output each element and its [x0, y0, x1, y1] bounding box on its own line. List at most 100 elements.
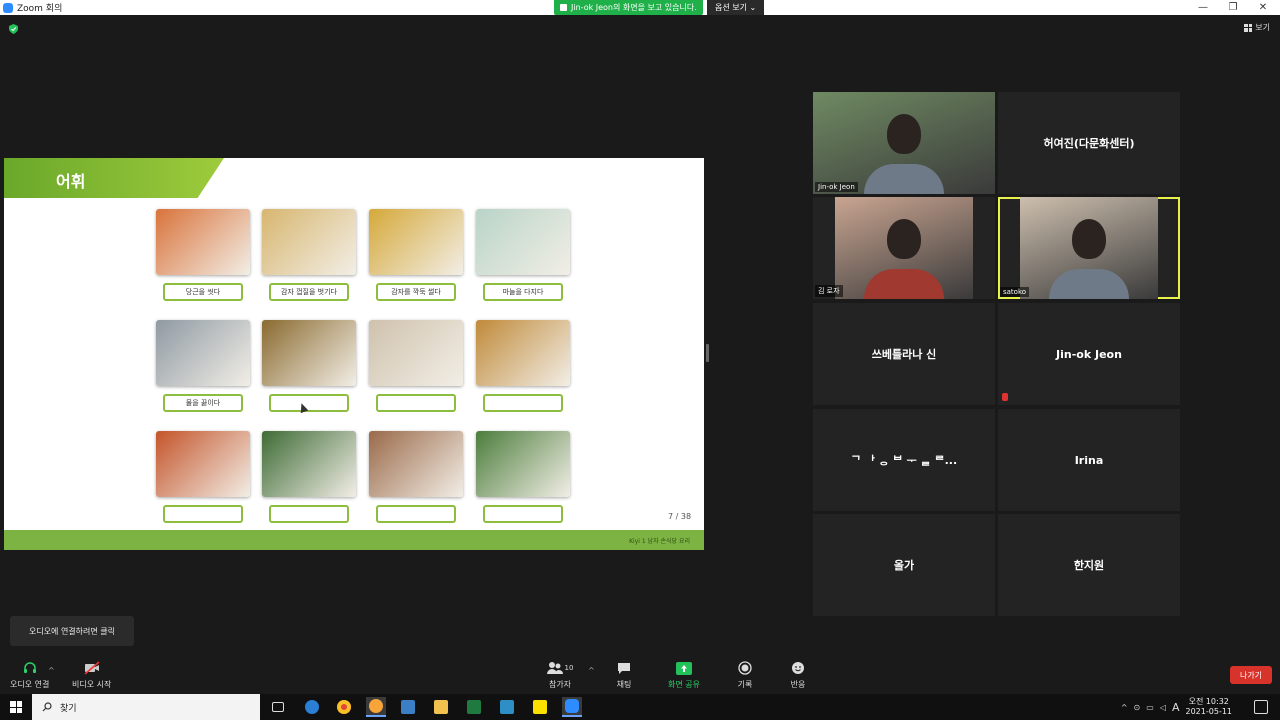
reactions-label: 반응	[790, 680, 806, 689]
vocab-photo	[156, 431, 250, 497]
vocab-photo	[369, 209, 463, 275]
audio-options-chevron-icon[interactable]: ^	[48, 666, 55, 675]
notepad-icon[interactable]	[398, 697, 418, 717]
meeting-toolbar: 오디오 연결 ^ 비디오 시작 10 참가자 ^ 채팅 화면 공유 기록 반응	[0, 656, 1280, 694]
share-screen-button[interactable]: 화면 공유	[668, 660, 700, 690]
zoom-taskbar-icon[interactable]	[562, 697, 582, 717]
window-title: Zoom 회의	[17, 4, 63, 14]
minimize-icon[interactable]: —	[1188, 0, 1218, 15]
leave-meeting-button[interactable]: 나가기	[1230, 666, 1272, 684]
vocab-card: 감자 껍질을 벗기다	[262, 209, 358, 301]
taskbar-clock[interactable]: 오전 10:32 2021-05-11	[1186, 697, 1233, 717]
slide-page-number: 7 / 38	[668, 512, 692, 521]
slide-footer-text: Kiyi 1 남자 손식당 요리	[629, 538, 690, 545]
chat-icon	[616, 660, 632, 676]
chat-label: 채팅	[616, 680, 632, 689]
zoom-window: Zoom 회의 — ❐ ✕ Jin-ok Jeon의 화면을 보고 있습니다. …	[0, 0, 1280, 720]
ime-indicator[interactable]: A	[1172, 701, 1180, 714]
participant-silhouette	[887, 114, 921, 154]
participant-silhouette	[887, 219, 921, 259]
notification-center-icon[interactable]	[1254, 700, 1268, 714]
kakaotalk-icon[interactable]	[530, 697, 550, 717]
security-shield-icon[interactable]	[9, 24, 18, 34]
task-view-icon[interactable]	[268, 697, 288, 717]
participant-body	[864, 269, 944, 299]
start-video-label: 비디오 시작	[72, 680, 112, 689]
participant-count: 10	[564, 664, 574, 672]
vocab-card	[156, 431, 252, 523]
vocab-label: 당근을 씻다	[163, 283, 243, 301]
vocab-card: 마늘을 다지다	[476, 209, 572, 301]
vocab-photo	[369, 431, 463, 497]
screen-share-banner: Jin-ok Jeon의 화면을 보고 있습니다.	[554, 0, 703, 15]
participant-tile[interactable]: satoko	[998, 197, 1180, 299]
file-explorer-icon[interactable]	[431, 697, 451, 717]
join-audio-label: 오디오 연결	[10, 680, 50, 689]
slide-title: 어휘	[56, 172, 86, 191]
participant-tile[interactable]: 허여진(다문화센터)	[998, 92, 1180, 194]
participant-tile[interactable]: ᄀ ᅡ ᆼ ᄇ ᅮ ᆯ ᄅ...	[813, 409, 995, 511]
vocab-label	[483, 394, 563, 412]
participant-video	[1020, 197, 1158, 299]
vocab-label	[483, 505, 563, 523]
record-button[interactable]: 기록	[737, 660, 753, 690]
windows-start-icon[interactable]	[10, 701, 22, 713]
vocab-photo	[262, 209, 356, 275]
system-tray: ^ ⊙ ▭ ◁ A 오전 10:32 2021-05-11	[1121, 694, 1260, 720]
headphones-icon	[22, 660, 38, 676]
participant-silhouette	[1072, 219, 1106, 259]
vocab-card	[476, 431, 572, 523]
vocab-label: 물을 끓이다	[163, 394, 243, 412]
participant-body	[1049, 269, 1129, 299]
reactions-button[interactable]: 반응	[790, 660, 806, 690]
vocab-photo	[476, 431, 570, 497]
close-icon[interactable]: ✕	[1248, 0, 1278, 15]
participants-icon: 10	[545, 660, 575, 676]
clock-time: 오전 10:32	[1188, 697, 1229, 706]
network-icon[interactable]: ⊙	[1134, 703, 1141, 712]
participant-name: ᄀ ᅡ ᆼ ᄇ ᅮ ᆯ ᄅ...	[850, 454, 958, 467]
vocab-label	[376, 394, 456, 412]
slide-footer-band	[4, 530, 704, 550]
participant-video	[813, 92, 995, 194]
vocab-photo	[156, 209, 250, 275]
volume-muted-icon[interactable]: ◁	[1160, 703, 1166, 712]
excel-icon[interactable]	[464, 697, 484, 717]
participant-tile[interactable]: Irina	[998, 409, 1180, 511]
view-options-button[interactable]: 옵션 보기 ⌄	[707, 0, 765, 15]
vocab-label: 감자 껍질을 벗기다	[269, 283, 349, 301]
participant-name-tag: Jin-ok Jeon	[815, 182, 858, 192]
mic-muted-icon	[1002, 393, 1008, 401]
participant-name: 허여진(다문화센터)	[1043, 137, 1135, 150]
chat-button[interactable]: 채팅	[616, 660, 632, 690]
participant-tile[interactable]: 쓰베틀라나 신	[813, 303, 995, 405]
participant-tile[interactable]: Jin-ok Jeon	[998, 303, 1180, 405]
taskbar-search-placeholder: 찾기	[60, 703, 77, 714]
grid-icon	[1244, 23, 1253, 32]
edge-browser-icon[interactable]	[302, 697, 322, 717]
panel-resize-handle[interactable]	[706, 344, 709, 362]
chrome-browser-icon[interactable]	[334, 697, 354, 717]
restore-icon[interactable]: ❐	[1218, 0, 1248, 15]
participants-button[interactable]: 10 참가자	[545, 660, 575, 690]
vocab-photo	[262, 431, 356, 497]
participant-tile[interactable]: 올가	[813, 514, 995, 616]
audio-tooltip: 오디오에 연결하려면 클릭	[10, 616, 134, 646]
vocab-photo	[369, 320, 463, 386]
participant-tile[interactable]: Jin-ok Jeon	[813, 92, 995, 194]
participant-tile[interactable]: 한지원	[998, 514, 1180, 616]
tray-chevron-up-icon[interactable]: ^	[1121, 703, 1128, 712]
participant-tile[interactable]: 김 로자	[813, 197, 995, 299]
join-audio-button[interactable]: 오디오 연결	[10, 660, 49, 690]
shared-screen: 어휘 당근을 씻다 감자 껍질을 벗기다 감자를 깍둑 썰다 마늘을 다지다 물을 끓이…	[4, 158, 704, 550]
gallery-view-button[interactable]: 보기	[1244, 22, 1270, 33]
start-video-button[interactable]: 비디오 시작	[72, 660, 111, 690]
participants-options-chevron-icon[interactable]: ^	[588, 666, 595, 675]
vocab-photo	[156, 320, 250, 386]
sublime-icon[interactable]	[497, 697, 517, 717]
share-banner-text: Jin-ok Jeon의 화면을 보고 있습니다.	[571, 3, 697, 12]
taskbar-search-box[interactable]: 찾기	[32, 694, 260, 720]
battery-icon[interactable]: ▭	[1146, 703, 1154, 712]
whale-browser-icon[interactable]	[366, 697, 386, 717]
record-label: 기록	[737, 680, 753, 689]
